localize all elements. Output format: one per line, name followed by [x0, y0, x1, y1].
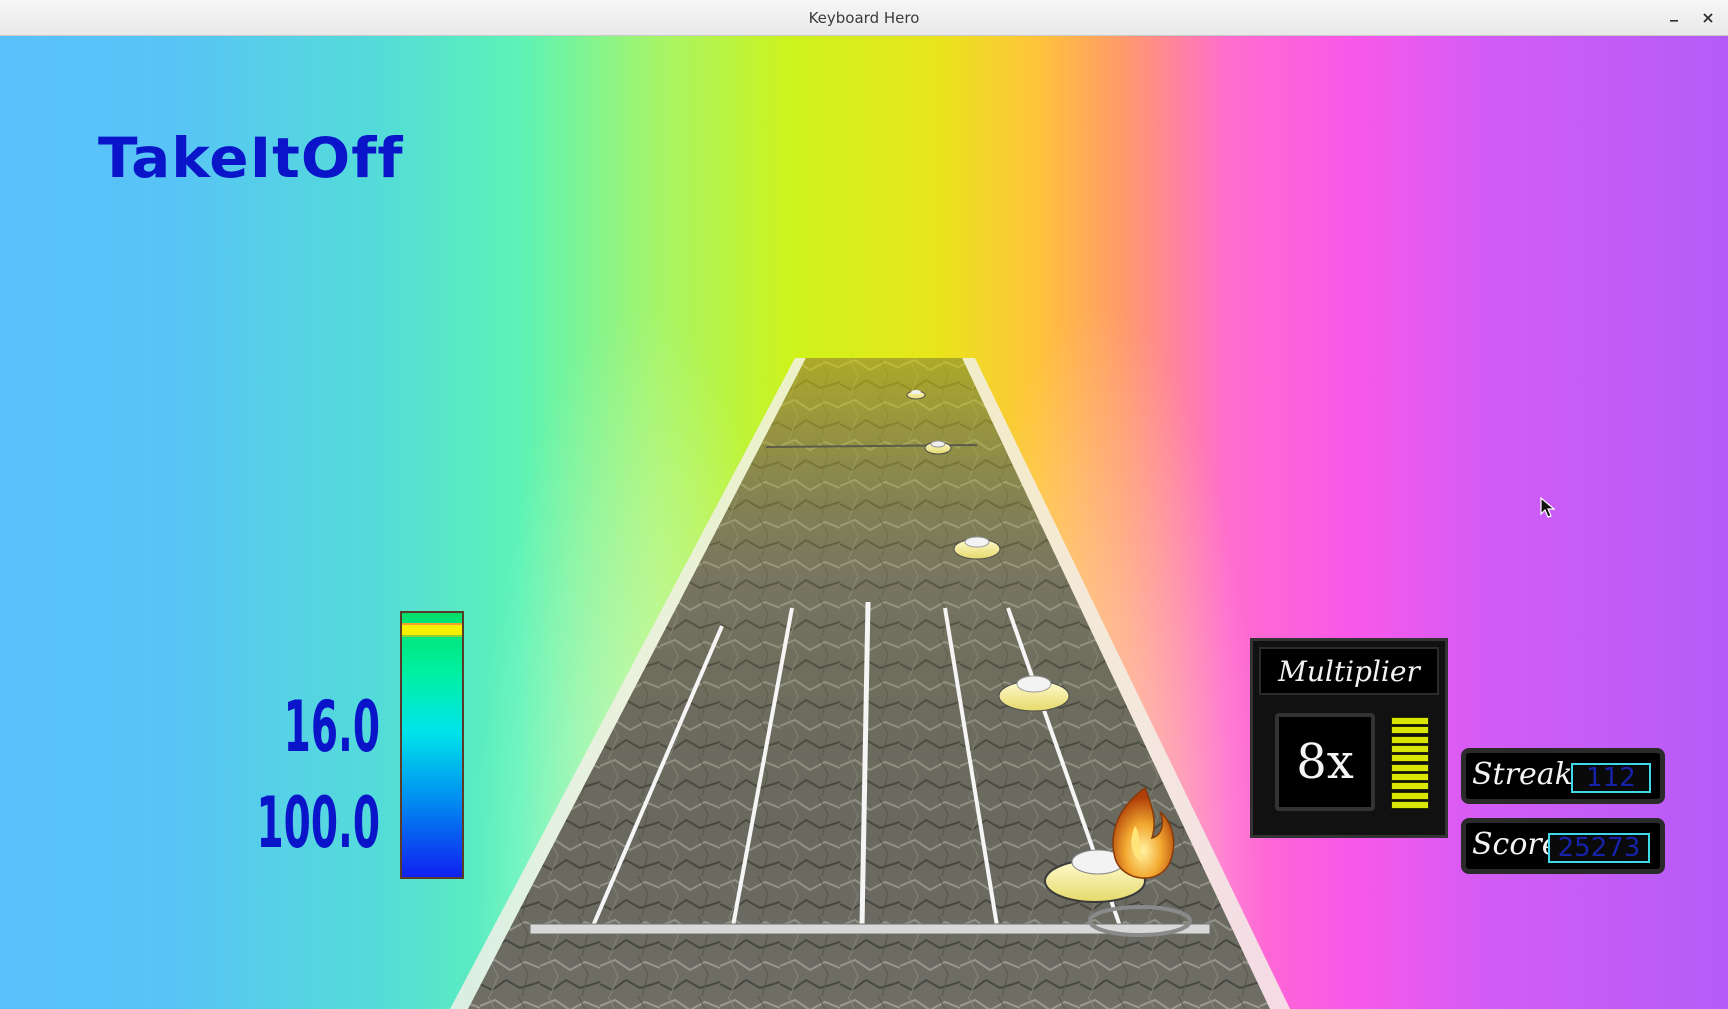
- minimize-button[interactable]: [1660, 4, 1688, 32]
- mouse-cursor-icon: [1540, 497, 1556, 518]
- close-icon: [1703, 13, 1713, 23]
- rock-meter: [400, 611, 464, 879]
- meter-bottom-value: 100.0: [256, 782, 380, 864]
- multiplier-value-box: 8x: [1275, 713, 1375, 811]
- highway-fog: [468, 358, 1270, 1009]
- game-window: Keyboard Hero TakeItOff 16.0 100.0 Multi…: [0, 0, 1728, 1009]
- score-label: Score: [1472, 827, 1560, 862]
- rock-meter-indicator: [402, 623, 462, 637]
- multiplier-value: 8x: [1296, 734, 1354, 790]
- multiplier-progress-segment: [1391, 782, 1429, 791]
- song-title: TakeItOff: [98, 125, 404, 191]
- title-bar: Keyboard Hero: [0, 0, 1728, 36]
- multiplier-progress-segment: [1391, 735, 1429, 744]
- multiplier-progress-segment: [1391, 744, 1429, 753]
- close-button[interactable]: [1694, 4, 1722, 32]
- score-value: 25273: [1548, 833, 1650, 863]
- score-box: Score 25273: [1461, 818, 1665, 874]
- multiplier-panel: Multiplier 8x: [1250, 638, 1448, 838]
- multiplier-progress-bar: [1391, 717, 1429, 809]
- multiplier-label: Multiplier: [1278, 654, 1420, 688]
- streak-label: Streak: [1472, 757, 1573, 792]
- game-viewport[interactable]: TakeItOff 16.0 100.0 Multiplier 8x Strea…: [0, 36, 1728, 1009]
- multiplier-progress-segment: [1391, 754, 1429, 763]
- multiplier-label-box: Multiplier: [1259, 647, 1439, 695]
- multiplier-progress-segment: [1391, 763, 1429, 772]
- meter-top-value: 16.0: [283, 686, 380, 768]
- window-title: Keyboard Hero: [808, 9, 920, 27]
- multiplier-progress-segment: [1391, 772, 1429, 781]
- multiplier-progress-segment: [1391, 791, 1429, 800]
- streak-box: Streak 112: [1461, 748, 1665, 804]
- minimize-icon: [1670, 20, 1678, 22]
- multiplier-progress-segment: [1391, 800, 1429, 809]
- streak-value: 112: [1571, 763, 1651, 793]
- multiplier-progress-segment: [1391, 717, 1429, 725]
- multiplier-progress-segment: [1391, 726, 1429, 735]
